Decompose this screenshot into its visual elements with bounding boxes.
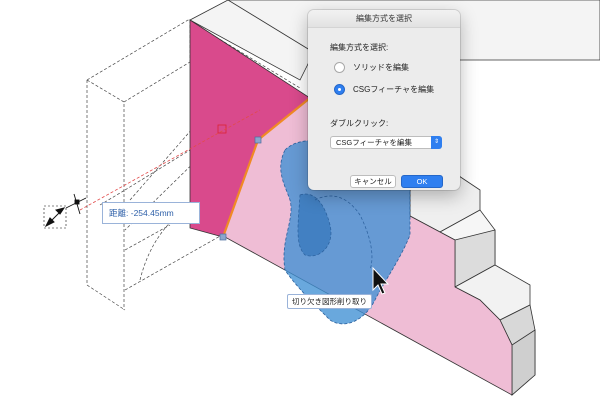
edit-mode-dialog: 編集方式を選択 編集方式を選択: ソリッドを編集 CSGフィーチャを編集 ダブル… <box>308 10 460 190</box>
move-arrow-icon[interactable] <box>43 205 67 229</box>
double-click-value: CSGフィーチャを編集 <box>336 138 413 147</box>
dialog-title: 編集方式を選択 <box>308 10 460 28</box>
option-edit-csg[interactable]: CSGフィーチャを編集 <box>334 84 434 95</box>
double-click-label: ダブルクリック: <box>330 119 389 128</box>
radio-csg[interactable] <box>334 84 345 95</box>
double-click-select[interactable]: CSGフィーチャを編集 ⇕ <box>330 136 442 149</box>
cancel-button[interactable]: キャンセル <box>350 175 396 188</box>
ok-button[interactable]: OK <box>401 175 443 188</box>
crosshair-icon <box>65 193 87 215</box>
edge-handle-top[interactable] <box>254 136 262 144</box>
option-csg-label: CSGフィーチャを編集 <box>353 85 435 94</box>
distance-label: 距離: <box>109 208 129 218</box>
chevron-updown-icon: ⇕ <box>431 136 442 149</box>
feature-tooltip: 切り欠き図形削り取り <box>287 294 372 309</box>
radio-solid[interactable] <box>334 62 345 73</box>
3d-viewport[interactable]: 距離: -254.45mm 切り欠き図形削り取り <box>0 0 600 400</box>
distance-value: -254.45mm <box>130 208 174 218</box>
option-edit-solid[interactable]: ソリッドを編集 <box>334 62 409 73</box>
edge-handle-bottom[interactable] <box>219 233 227 241</box>
edit-mode-label: 編集方式を選択: <box>330 43 389 52</box>
model-canvas[interactable] <box>0 0 600 400</box>
option-solid-label: ソリッドを編集 <box>353 63 409 72</box>
distance-input[interactable]: 距離: -254.45mm <box>102 202 200 224</box>
